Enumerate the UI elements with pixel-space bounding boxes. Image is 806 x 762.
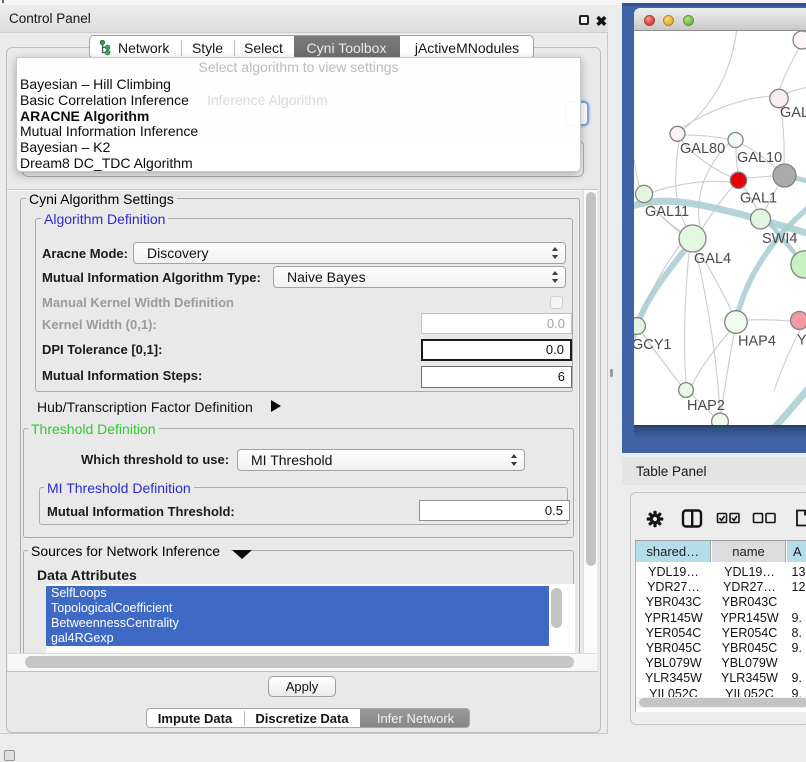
svg-text:HAP2: HAP2 [687,398,725,414]
svg-text:GAL11: GAL11 [645,204,689,220]
svg-text:YM: YM [797,333,806,349]
svg-text:GAL4: GAL4 [694,251,731,267]
svg-text:GAL10: GAL10 [737,150,782,166]
svg-text:GAL80: GAL80 [680,141,725,157]
svg-text:GAL7: GAL7 [780,105,806,121]
svg-text:GCY1: GCY1 [634,337,672,353]
svg-text:GAL1: GAL1 [740,191,777,207]
svg-text:SWI4: SWI4 [762,231,797,247]
svg-text:HAP4: HAP4 [738,334,776,350]
